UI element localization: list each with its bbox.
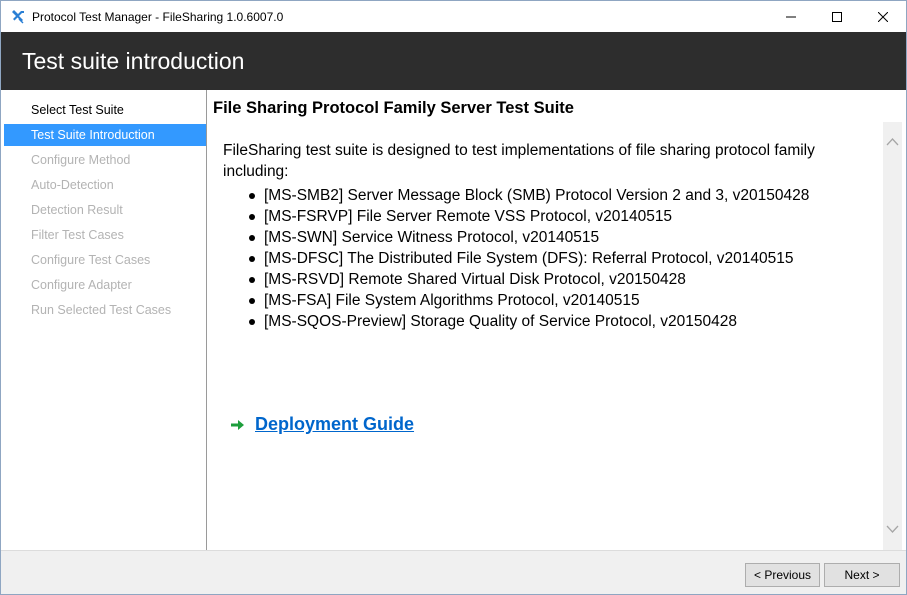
sidebar-item-test-suite-introduction[interactable]: Test Suite Introduction bbox=[4, 124, 206, 146]
deployment-guide-link[interactable]: Deployment Guide bbox=[255, 414, 414, 435]
wizard-step-sidebar: Select Test Suite Test Suite Introductio… bbox=[1, 90, 207, 550]
footer-bar: < Previous Next > bbox=[1, 550, 906, 594]
sidebar-item-select-test-suite[interactable]: Select Test Suite bbox=[4, 99, 206, 121]
protocol-label: [MS-DFSC] The Distributed File System (D… bbox=[264, 250, 794, 267]
suite-title: File Sharing Protocol Family Server Test… bbox=[213, 99, 574, 117]
page-title: Test suite introduction bbox=[22, 48, 245, 74]
bullet-icon bbox=[249, 319, 255, 325]
sidebar-item-configure-test-cases: Configure Test Cases bbox=[31, 253, 151, 267]
list-item: [MS-FSA] File System Algorithms Protocol… bbox=[246, 290, 809, 311]
chevron-up-icon[interactable] bbox=[883, 135, 902, 149]
protocol-label: [MS-FSA] File System Algorithms Protocol… bbox=[264, 292, 640, 309]
bullet-icon bbox=[249, 277, 255, 283]
minimize-icon bbox=[786, 16, 796, 17]
maximize-icon bbox=[832, 11, 842, 22]
close-button[interactable] bbox=[860, 1, 906, 32]
protocol-label: [MS-FSRVP] File Server Remote VSS Protoc… bbox=[264, 208, 673, 225]
tools-icon bbox=[12, 10, 24, 24]
page-header: Test suite introduction bbox=[1, 32, 906, 90]
protocol-label: [MS-SWN] Service Witness Protocol, v2014… bbox=[264, 229, 600, 246]
protocol-list: [MS-SMB2] Server Message Block (SMB) Pro… bbox=[246, 185, 809, 332]
bullet-icon bbox=[249, 298, 255, 304]
minimize-button[interactable] bbox=[768, 1, 814, 32]
window-title: Protocol Test Manager - FileSharing 1.0.… bbox=[32, 10, 284, 24]
list-item: [MS-SMB2] Server Message Block (SMB) Pro… bbox=[246, 185, 809, 206]
sidebar-item-auto-detection: Auto-Detection bbox=[31, 178, 114, 192]
list-item: [MS-DFSC] The Distributed File System (D… bbox=[246, 248, 809, 269]
list-item: [MS-FSRVP] File Server Remote VSS Protoc… bbox=[246, 206, 809, 227]
title-bar[interactable]: Protocol Test Manager - FileSharing 1.0.… bbox=[1, 1, 906, 32]
intro-text: FileSharing test suite is designed to te… bbox=[223, 142, 815, 180]
app-window: Protocol Test Manager - FileSharing 1.0.… bbox=[0, 0, 907, 595]
protocol-label: [MS-RSVD] Remote Shared Virtual Disk Pro… bbox=[264, 271, 686, 288]
bullet-icon bbox=[249, 214, 255, 220]
bullet-icon bbox=[249, 193, 255, 199]
protocol-label: [MS-SQOS-Preview] Storage Quality of Ser… bbox=[264, 313, 737, 330]
protocol-label: [MS-SMB2] Server Message Block (SMB) Pro… bbox=[264, 187, 810, 204]
bullet-icon bbox=[249, 235, 255, 241]
sidebar-item-configure-method: Configure Method bbox=[31, 153, 131, 167]
deployment-guide: Deployment Guide bbox=[230, 414, 414, 435]
sidebar-item-filter-test-cases: Filter Test Cases bbox=[31, 228, 124, 242]
next-button[interactable]: Next > bbox=[824, 563, 900, 587]
chevron-down-icon[interactable] bbox=[883, 522, 902, 536]
sidebar-item-run-selected-test-cases: Run Selected Test Cases bbox=[31, 303, 172, 317]
bullet-icon bbox=[249, 256, 255, 262]
introduction-content: FileSharing test suite is designed to te… bbox=[208, 122, 883, 550]
list-item: [MS-RSVD] Remote Shared Virtual Disk Pro… bbox=[246, 269, 809, 290]
sidebar-item-detection-result: Detection Result bbox=[31, 203, 123, 217]
sidebar-item-configure-adapter: Configure Adapter bbox=[31, 278, 132, 292]
arrow-right-icon bbox=[231, 419, 244, 430]
list-item: [MS-SQOS-Preview] Storage Quality of Ser… bbox=[246, 311, 809, 332]
vertical-scrollbar[interactable] bbox=[883, 122, 902, 550]
list-item: [MS-SWN] Service Witness Protocol, v2014… bbox=[246, 227, 809, 248]
previous-button[interactable]: < Previous bbox=[745, 563, 820, 587]
close-icon bbox=[878, 11, 888, 22]
maximize-button[interactable] bbox=[814, 1, 860, 32]
